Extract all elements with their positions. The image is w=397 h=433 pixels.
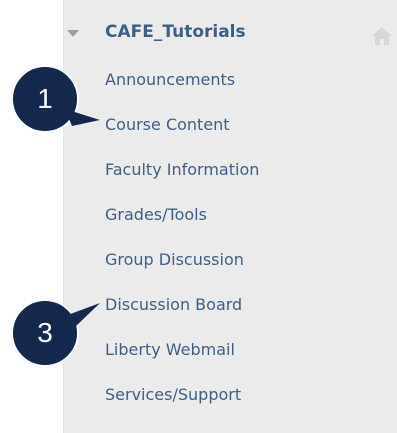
menu-item-faculty-information[interactable]: Faculty Information <box>105 155 259 200</box>
callout-marker-3: 3 <box>10 298 100 368</box>
collapse-menu-icon[interactable] <box>67 30 79 37</box>
menu-item-group-discussion[interactable]: Group Discussion <box>105 245 259 290</box>
menu-item-services-support[interactable]: Services/Support <box>105 380 259 425</box>
menu-item-discussion-board[interactable]: Discussion Board <box>105 290 259 335</box>
course-menu-list: Announcements Course Content Faculty Inf… <box>105 65 259 425</box>
menu-item-announcements[interactable]: Announcements <box>105 65 259 110</box>
callout-1-number: 1 <box>37 83 53 114</box>
course-title[interactable]: CAFE_Tutorials <box>105 22 246 42</box>
callout-3-number: 3 <box>37 317 53 348</box>
home-icon[interactable] <box>371 25 393 47</box>
menu-item-course-content[interactable]: Course Content <box>105 110 259 155</box>
callout-marker-1: 1 <box>10 64 100 134</box>
menu-item-grades-tools[interactable]: Grades/Tools <box>105 200 259 245</box>
menu-item-liberty-webmail[interactable]: Liberty Webmail <box>105 335 259 380</box>
